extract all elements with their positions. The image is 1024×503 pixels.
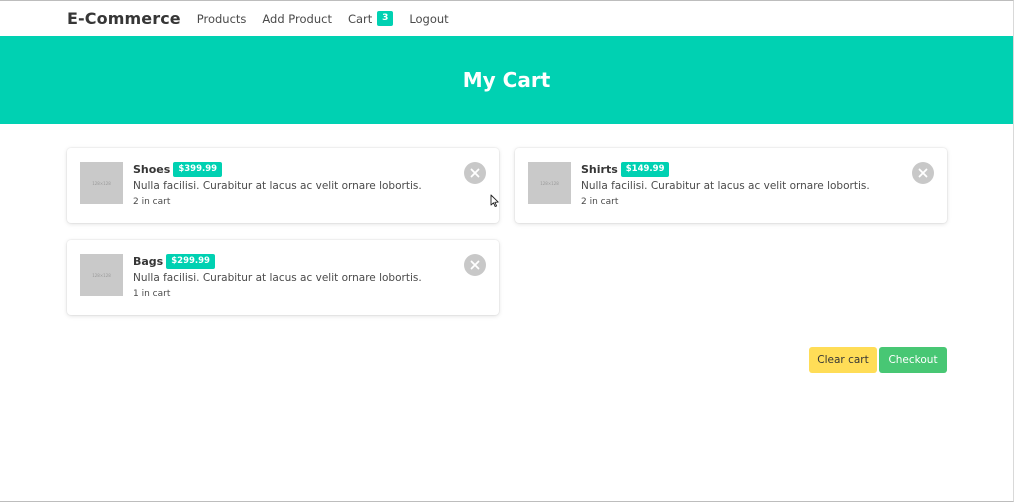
product-name: Shirts xyxy=(581,163,618,176)
checkout-button[interactable]: Checkout xyxy=(879,347,947,373)
close-icon xyxy=(918,168,928,178)
product-description: Nulla facilisi. Curabitur at lacus ac ve… xyxy=(133,272,422,284)
product-thumbnail: 128×128 xyxy=(80,254,123,296)
remove-item-button[interactable] xyxy=(464,254,486,276)
cart-item-card: 128×128 Shoes $399.99 Nulla facilisi. Cu… xyxy=(67,148,499,223)
quantity-label: 1 in cart xyxy=(133,289,171,299)
nav-cart[interactable]: Cart 3 xyxy=(347,11,394,26)
mouse-pointer-icon xyxy=(490,194,499,207)
product-description: Nulla facilisi. Curabitur at lacus ac ve… xyxy=(581,180,870,192)
brand-logo[interactable]: E-Commerce xyxy=(67,9,181,28)
product-thumbnail: 128×128 xyxy=(80,162,123,204)
product-description: Nulla facilisi. Curabitur at lacus ac ve… xyxy=(133,180,422,192)
product-name: Bags xyxy=(133,255,164,268)
price-tag: $149.99 xyxy=(620,162,670,177)
navbar: E-Commerce Products Add Product Cart 3 L… xyxy=(0,1,1013,36)
quantity-label: 2 in cart xyxy=(133,197,171,207)
clear-cart-button[interactable]: Clear cart xyxy=(809,347,877,373)
price-tag: $299.99 xyxy=(166,254,215,269)
cart-item-header: Shirts $149.99 xyxy=(581,162,670,177)
nav-add-product[interactable]: Add Product xyxy=(262,12,332,26)
nav-cart-label: Cart xyxy=(347,11,373,26)
product-thumbnail: 128×128 xyxy=(528,162,571,204)
window-gutter xyxy=(1014,0,1024,503)
cart-item-card: 128×128 Shirts $149.99 Nulla facilisi. C… xyxy=(515,148,947,223)
remove-item-button[interactable] xyxy=(912,162,934,184)
page-title: My Cart xyxy=(462,68,551,92)
nav-logout[interactable]: Logout xyxy=(409,12,448,26)
product-name: Shoes xyxy=(133,163,171,176)
hero-banner: My Cart xyxy=(0,36,1013,124)
thumbnail-placeholder-text: 128×128 xyxy=(92,272,111,278)
thumbnail-placeholder-text: 128×128 xyxy=(92,180,111,186)
thumbnail-placeholder-text: 128×128 xyxy=(540,180,559,186)
remove-item-button[interactable] xyxy=(464,162,486,184)
cart-count-badge: 3 xyxy=(377,11,394,26)
page: E-Commerce Products Add Product Cart 3 L… xyxy=(0,0,1014,502)
cart-item-header: Bags $299.99 xyxy=(133,254,215,269)
cart-item-header: Shoes $399.99 xyxy=(133,162,223,177)
close-icon xyxy=(470,168,480,178)
quantity-label: 2 in cart xyxy=(581,197,619,207)
close-icon xyxy=(470,260,480,270)
nav-products[interactable]: Products xyxy=(197,12,247,26)
price-tag: $399.99 xyxy=(173,162,223,177)
cart-item-card: 128×128 Bags $299.99 Nulla facilisi. Cur… xyxy=(67,240,499,315)
